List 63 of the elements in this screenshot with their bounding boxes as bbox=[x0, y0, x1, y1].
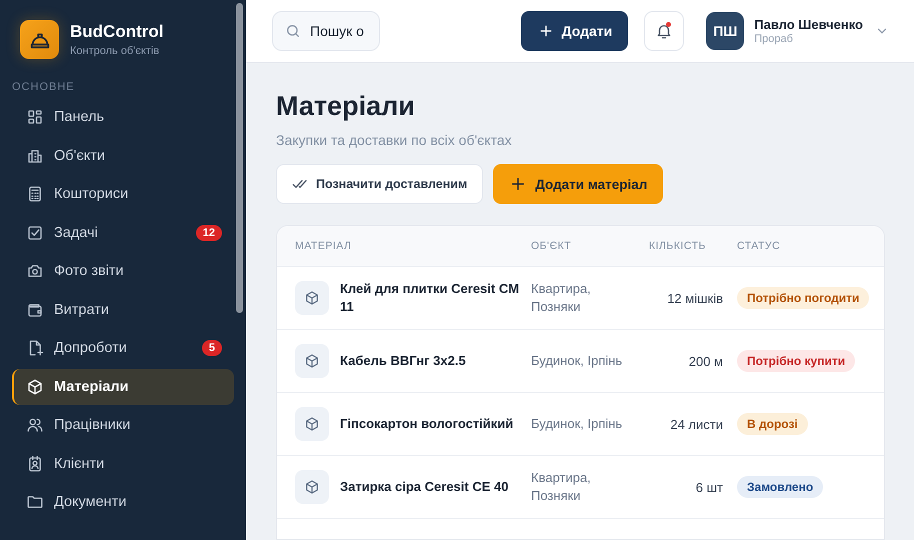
sidebar-item[interactable]: Задачі 12 bbox=[12, 214, 234, 250]
object-cell-text: Будинок, Ірпінь bbox=[531, 414, 624, 433]
mark-delivered-button[interactable]: Позначити доставленим bbox=[276, 164, 484, 204]
page-title: Матеріали bbox=[276, 91, 416, 122]
sidebar-item[interactable]: Витрати bbox=[12, 292, 234, 328]
cube-icon bbox=[295, 344, 329, 378]
status-badge: Потрібно погодити bbox=[737, 287, 870, 309]
column-header: ОБ'ЄКТ bbox=[531, 240, 572, 252]
cube-icon bbox=[295, 407, 329, 441]
sidebar-item[interactable]: Панель bbox=[12, 99, 234, 135]
material-name: Гіпсокартон вологостійкий bbox=[340, 414, 514, 433]
column-header: СТАТУС bbox=[736, 240, 780, 252]
people-icon bbox=[26, 416, 44, 434]
material-name: Кабель ВВГнг 3х2.5 bbox=[340, 352, 466, 370]
page-subtitle: Закупки та доставки по всіх об'єктах bbox=[276, 132, 513, 148]
user-role: Прораб bbox=[754, 33, 794, 45]
sidebar-item[interactable]: Об'єкти bbox=[12, 138, 234, 174]
status-badge: В дорозі bbox=[737, 413, 808, 435]
status-badge: Замовлено bbox=[737, 476, 824, 498]
grid-icon bbox=[26, 108, 44, 126]
calculator-icon bbox=[26, 185, 44, 203]
app-name: BudControl bbox=[70, 22, 164, 42]
quantity-cell-text: 12 мішків bbox=[666, 290, 723, 306]
section-label: ОСНОВНЕ bbox=[12, 81, 76, 93]
notifications-button[interactable] bbox=[644, 11, 684, 51]
sidebar-item[interactable]: Допроботи 5 bbox=[12, 330, 234, 366]
add-button[interactable]: Додати bbox=[520, 11, 628, 51]
add-material-button[interactable]: Додати матеріал bbox=[493, 164, 664, 204]
column-header: КІЛЬКІСТЬ bbox=[648, 240, 707, 252]
folder-icon bbox=[26, 493, 44, 511]
object-cell-text: Квартира, Позняки bbox=[531, 468, 592, 505]
quantity-cell-text: 24 листи bbox=[669, 416, 723, 432]
cube-icon bbox=[295, 470, 329, 504]
plus-icon bbox=[538, 24, 553, 38]
app-tagline: Контроль об'єктів bbox=[70, 45, 160, 57]
camera-icon bbox=[26, 262, 44, 280]
count-badge: 12 bbox=[196, 224, 222, 240]
sidebar-item[interactable]: Клієнти bbox=[12, 446, 234, 482]
sidebar-item[interactable]: Матеріали bbox=[12, 368, 234, 404]
sidebar-item[interactable]: Фото звіти bbox=[12, 253, 234, 289]
sidebar-item[interactable]: Працівники bbox=[12, 407, 234, 443]
quantity-cell-text: 200 м bbox=[688, 354, 723, 368]
sidebar-item[interactable]: Кошториси bbox=[12, 176, 234, 212]
object-cell-text: Квартира, Позняки bbox=[531, 280, 592, 316]
object-cell-text: Будинок, Ірпінь bbox=[531, 352, 624, 370]
count-badge: 5 bbox=[202, 340, 222, 356]
hard-hat-logo-icon bbox=[20, 20, 59, 59]
material-name: Клей для плитки Ceresit CM 11 bbox=[340, 280, 520, 316]
checkbox-icon bbox=[26, 224, 44, 242]
cube-icon bbox=[26, 378, 44, 396]
contact-card-icon bbox=[26, 454, 44, 472]
status-badge: Потрібно купити bbox=[737, 350, 856, 372]
sidebar-item[interactable]: Документи bbox=[12, 484, 234, 520]
material-name: Затирка сіра Ceresit CE 40 bbox=[340, 478, 508, 496]
scrollbar[interactable] bbox=[236, 3, 243, 313]
user-avatar: ПШ bbox=[706, 12, 744, 50]
search-icon bbox=[285, 23, 301, 39]
column-header: МАТЕРІАЛ bbox=[294, 240, 352, 252]
user-name: Павло Шевченко bbox=[754, 17, 863, 32]
plus-icon bbox=[510, 176, 526, 192]
cube-icon bbox=[295, 281, 329, 315]
quantity-cell-text: 6 шт bbox=[694, 480, 723, 494]
search-field[interactable]: Пошук о bbox=[272, 11, 380, 51]
